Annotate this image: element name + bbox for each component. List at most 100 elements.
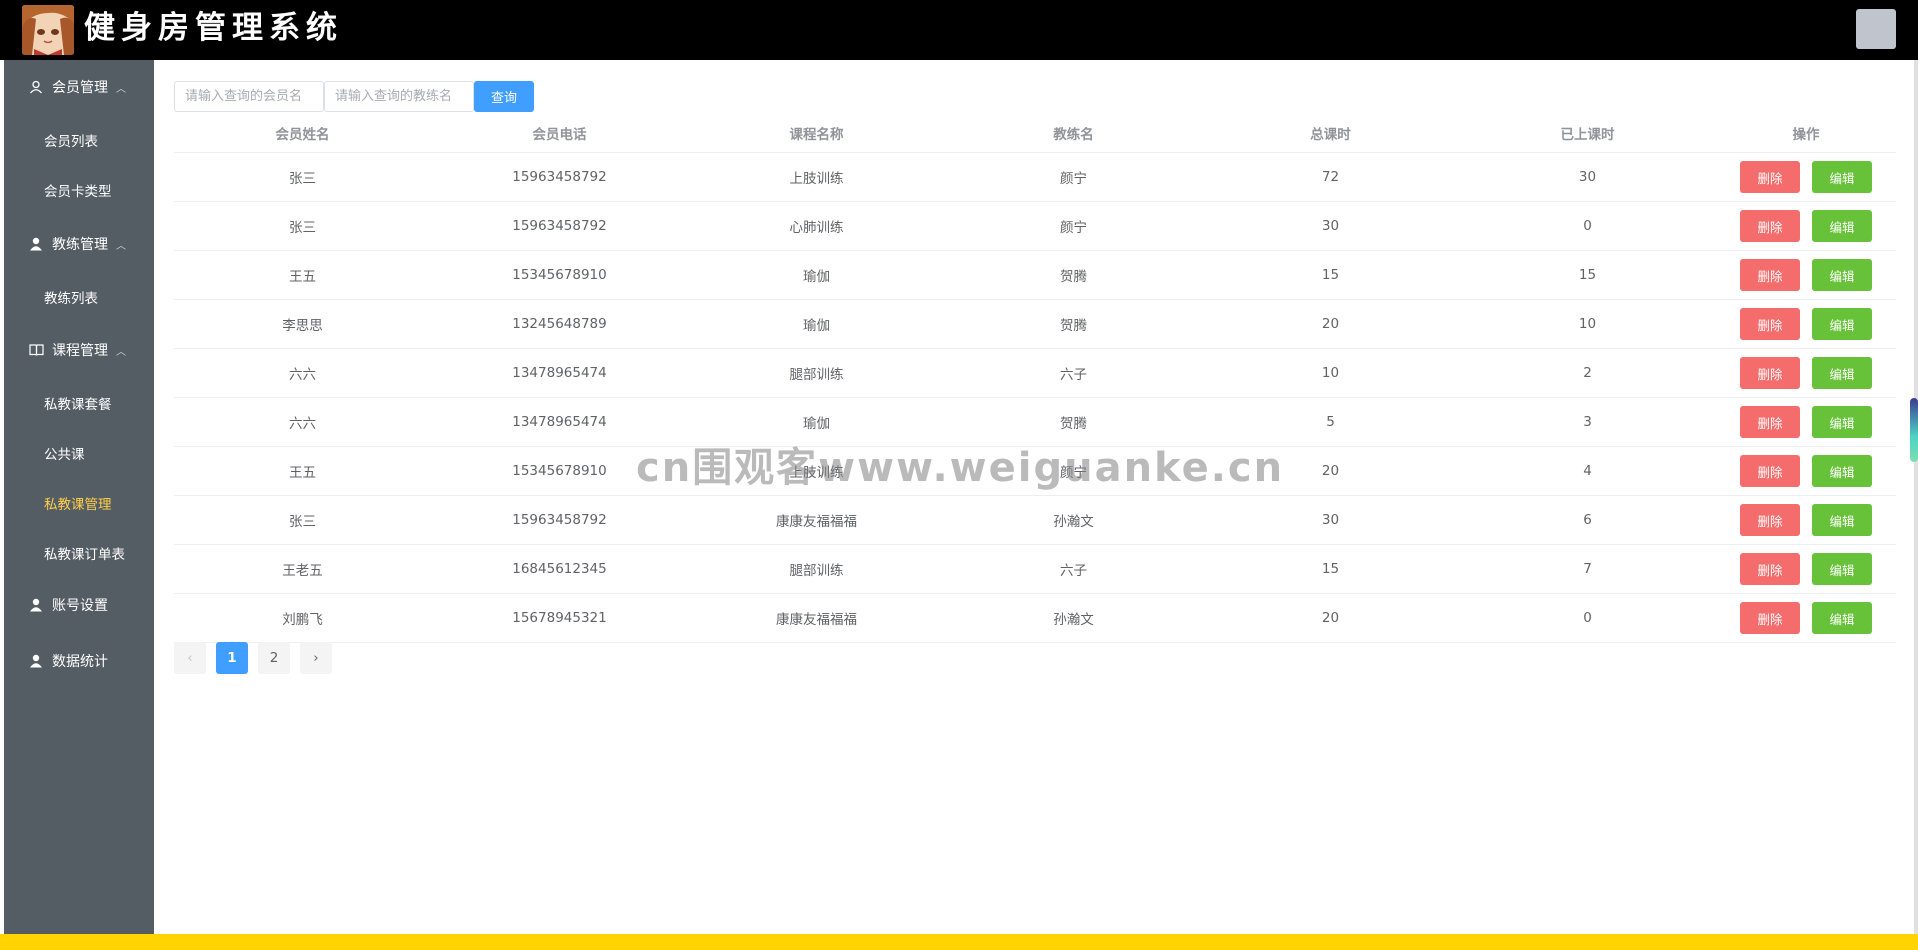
user-avatar[interactable] bbox=[1856, 9, 1896, 49]
member-phone-cell: 15963458792 bbox=[512, 218, 607, 234]
search-button[interactable]: 查询 bbox=[474, 81, 534, 112]
member-name-cell: 六六 bbox=[289, 416, 316, 432]
edit-button[interactable]: 编辑 bbox=[1812, 602, 1872, 634]
delete-button[interactable]: 删除 bbox=[1740, 455, 1800, 487]
page-1-button[interactable]: 1 bbox=[216, 642, 248, 674]
done-hours-cell: 15 bbox=[1578, 267, 1597, 283]
menu-group-coach[interactable]: 教练管理 ︿ bbox=[4, 223, 154, 265]
delete-button[interactable]: 删除 bbox=[1740, 210, 1800, 242]
total-hours-cell: 30 bbox=[1321, 512, 1340, 528]
sidebar-menu: 会员管理 ︿ 会员列表 会员卡类型 教练管理 ︿ 教练列表 课程管理 ︿ 私教课… bbox=[4, 60, 154, 934]
coach-name-cell: 六子 bbox=[1060, 367, 1087, 383]
delete-button[interactable]: 删除 bbox=[1740, 161, 1800, 193]
menu-item-private-orders[interactable]: 私教课订单表 bbox=[4, 533, 154, 573]
actions-cell: 删除 编辑 bbox=[1716, 496, 1896, 544]
done-hours-cell: 30 bbox=[1578, 169, 1597, 185]
pagination: ‹ 1 2 › bbox=[174, 642, 332, 674]
menu-item-private-management[interactable]: 私教课管理 bbox=[4, 483, 154, 523]
member-name-cell: 王五 bbox=[289, 269, 316, 285]
bottom-strip bbox=[0, 934, 1918, 950]
actions-cell: 删除 编辑 bbox=[1716, 594, 1896, 642]
course-name-cell: 上肢训练 bbox=[789, 171, 844, 187]
coach-search-input[interactable] bbox=[324, 81, 474, 112]
course-name-cell: 瑜伽 bbox=[803, 318, 830, 334]
user-solid-icon bbox=[28, 236, 44, 252]
member-phone-cell: 13478965474 bbox=[512, 365, 607, 381]
page-edge bbox=[1914, 60, 1918, 934]
menu-group-label: 账号设置 bbox=[52, 598, 108, 614]
member-name-cell: 王五 bbox=[289, 465, 316, 481]
done-hours-cell: 0 bbox=[1583, 610, 1592, 626]
menu-group-account[interactable]: 账号设置 bbox=[4, 584, 154, 626]
coach-name-cell: 六子 bbox=[1060, 563, 1087, 579]
edit-button[interactable]: 编辑 bbox=[1812, 455, 1872, 487]
menu-item-member-list[interactable]: 会员列表 bbox=[4, 120, 154, 160]
total-hours-cell: 72 bbox=[1321, 169, 1340, 185]
table-row: 王五 15345678910 瑜伽 贺腾 15 15 删除 编辑 bbox=[174, 251, 1896, 300]
done-hours-cell: 6 bbox=[1583, 512, 1592, 528]
column-header: 课程名称 bbox=[789, 126, 844, 143]
actions-cell: 删除 编辑 bbox=[1716, 349, 1896, 397]
top-header: 健身房管理系统 bbox=[0, 0, 1918, 60]
member-search-input[interactable] bbox=[174, 81, 324, 112]
menu-item-member-card-type[interactable]: 会员卡类型 bbox=[4, 170, 154, 210]
member-phone-cell: 13245648789 bbox=[512, 316, 607, 332]
coach-name-cell: 孙瀚文 bbox=[1053, 514, 1094, 530]
edit-button[interactable]: 编辑 bbox=[1812, 210, 1872, 242]
member-name-cell: 刘鹏飞 bbox=[282, 612, 323, 628]
edit-button[interactable]: 编辑 bbox=[1812, 357, 1872, 389]
course-name-cell: 瑜伽 bbox=[803, 269, 830, 285]
column-header: 教练名 bbox=[1053, 126, 1094, 143]
done-hours-cell: 7 bbox=[1583, 561, 1592, 577]
total-hours-cell: 15 bbox=[1321, 267, 1340, 283]
edit-button[interactable]: 编辑 bbox=[1812, 259, 1872, 291]
table-header: 会员姓名 会员电话 课程名称 教练名 总课时 已上课时 操作 bbox=[174, 113, 1896, 153]
menu-group-label: 数据统计 bbox=[52, 654, 108, 670]
menu-group-course[interactable]: 课程管理 ︿ bbox=[4, 329, 154, 371]
chevron-up-icon: ︿ bbox=[116, 346, 126, 358]
member-name-cell: 张三 bbox=[289, 171, 316, 187]
next-page-button[interactable]: › bbox=[300, 642, 332, 674]
edit-button[interactable]: 编辑 bbox=[1812, 504, 1872, 536]
book-icon bbox=[28, 342, 44, 358]
total-hours-cell: 20 bbox=[1321, 610, 1340, 626]
edit-button[interactable]: 编辑 bbox=[1812, 308, 1872, 340]
course-name-cell: 心肺训练 bbox=[789, 220, 844, 236]
delete-button[interactable]: 删除 bbox=[1740, 553, 1800, 585]
page-2-button[interactable]: 2 bbox=[258, 642, 290, 674]
edit-button[interactable]: 编辑 bbox=[1812, 406, 1872, 438]
prev-page-button[interactable]: ‹ bbox=[174, 642, 206, 674]
app-title: 健身房管理系统 bbox=[84, 10, 343, 46]
coach-name-cell: 颜宁 bbox=[1060, 171, 1087, 187]
table-row: 王老五 16845612345 腿部训练 六子 15 7 删除 编辑 bbox=[174, 545, 1896, 594]
course-name-cell: 腿部训练 bbox=[789, 563, 844, 579]
member-phone-cell: 15963458792 bbox=[512, 169, 607, 185]
coach-name-cell: 贺腾 bbox=[1060, 318, 1087, 334]
member-phone-cell: 15678945321 bbox=[512, 610, 607, 626]
app-root: 健身房管理系统 会员管理 ︿ 会员列表 会员卡类型 教练管理 ︿ 教练列表 课程… bbox=[0, 0, 1918, 950]
menu-group-label: 课程管理 bbox=[52, 343, 108, 359]
delete-button[interactable]: 删除 bbox=[1740, 406, 1800, 438]
edit-button[interactable]: 编辑 bbox=[1812, 161, 1872, 193]
menu-item-private-package[interactable]: 私教课套餐 bbox=[4, 383, 154, 423]
delete-button[interactable]: 删除 bbox=[1740, 357, 1800, 389]
total-hours-cell: 15 bbox=[1321, 561, 1340, 577]
total-hours-cell: 20 bbox=[1321, 316, 1340, 332]
total-hours-cell: 10 bbox=[1321, 365, 1340, 381]
delete-button[interactable]: 删除 bbox=[1740, 259, 1800, 291]
done-hours-cell: 3 bbox=[1583, 414, 1592, 430]
menu-group-member[interactable]: 会员管理 ︿ bbox=[4, 66, 154, 108]
delete-button[interactable]: 删除 bbox=[1740, 602, 1800, 634]
delete-button[interactable]: 删除 bbox=[1740, 308, 1800, 340]
menu-group-statistics[interactable]: 数据统计 bbox=[4, 640, 154, 682]
table-row: 李思思 13245648789 瑜伽 贺腾 20 10 删除 编辑 bbox=[174, 300, 1896, 349]
course-name-cell: 康康友福福福 bbox=[776, 612, 857, 628]
menu-item-public-course[interactable]: 公共课 bbox=[4, 433, 154, 473]
actions-cell: 删除 编辑 bbox=[1716, 202, 1896, 250]
menu-item-coach-list[interactable]: 教练列表 bbox=[4, 277, 154, 317]
done-hours-cell: 2 bbox=[1583, 365, 1592, 381]
chevron-up-icon: ︿ bbox=[116, 240, 126, 252]
delete-button[interactable]: 删除 bbox=[1740, 504, 1800, 536]
scrollbar-thumb[interactable] bbox=[1910, 398, 1918, 462]
edit-button[interactable]: 编辑 bbox=[1812, 553, 1872, 585]
